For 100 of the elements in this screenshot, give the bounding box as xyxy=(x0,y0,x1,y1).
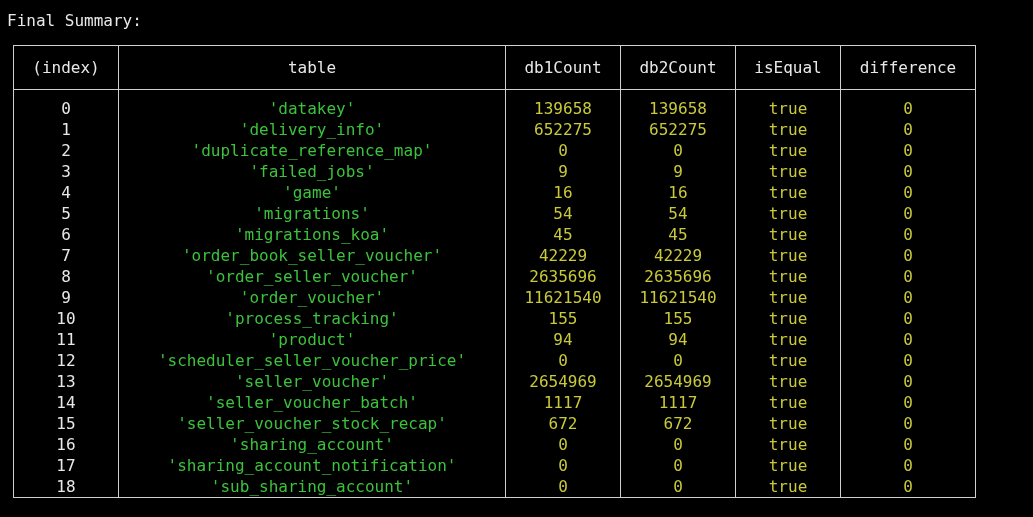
table-cell: 652275 xyxy=(649,119,707,139)
table-cell: 652275 xyxy=(534,119,592,139)
table-cell: true xyxy=(768,161,808,181)
table-cell: true xyxy=(768,182,808,202)
table-cell: 0 xyxy=(903,413,913,433)
table-cell: 0 xyxy=(903,224,913,244)
table-cell: 'sharing_account_notification' xyxy=(167,455,457,475)
table-cell: 3 xyxy=(61,161,71,181)
table-cell: 'order_book_seller_voucher' xyxy=(181,245,443,265)
table-cell: true xyxy=(768,455,808,475)
table-cell: true xyxy=(768,329,808,349)
table-cell: 0 xyxy=(903,203,913,223)
table-cell: true xyxy=(768,203,808,223)
table-cell: 0 xyxy=(903,392,913,412)
table-cell: 155 xyxy=(548,308,578,328)
table-cell: 1117 xyxy=(658,392,698,412)
column-header: isEqual xyxy=(735,45,841,90)
table-cell: 45 xyxy=(553,224,573,244)
table-cell: 0 xyxy=(903,266,913,286)
table-cell: true xyxy=(768,434,808,454)
table-cell: 'seller_voucher_batch' xyxy=(206,392,418,412)
table-cell: 672 xyxy=(548,413,578,433)
table-cell: 0 xyxy=(903,245,913,265)
table-cell: 8 xyxy=(61,266,71,286)
table-cell: 9 xyxy=(61,287,71,307)
table-cell: 'sharing_account' xyxy=(230,434,394,454)
table-cell: 155 xyxy=(663,308,693,328)
table-cell: 'sub_sharing_account' xyxy=(210,476,414,496)
table-cell: 0 xyxy=(673,434,683,454)
table-cell: true xyxy=(768,476,808,496)
table-cell: 0 xyxy=(903,140,913,160)
table-cell: 139658 xyxy=(534,98,592,118)
table-cell: 9 xyxy=(558,161,568,181)
table-cell: 0 xyxy=(673,455,683,475)
table-cell: true xyxy=(768,392,808,412)
table-cell: 13 xyxy=(56,371,76,391)
table-cell: 16 xyxy=(553,182,573,202)
table-cell: 672 xyxy=(663,413,693,433)
table-cell: 0 xyxy=(903,308,913,328)
table-cell: 45 xyxy=(668,224,688,244)
table-cell: true xyxy=(768,413,808,433)
table-cell: 94 xyxy=(668,329,688,349)
table-cell: 'duplicate_reference_map' xyxy=(191,140,433,160)
table-cell: 'migrations_koa' xyxy=(234,224,390,244)
table-cell: 'process_tracking' xyxy=(225,308,399,328)
table-cell: 42229 xyxy=(538,245,588,265)
table-cell: 17 xyxy=(56,455,76,475)
table-cell: 'seller_voucher' xyxy=(234,371,390,391)
column-header: db2Count xyxy=(620,45,736,90)
table-cell: 7 xyxy=(61,245,71,265)
table-cell: 54 xyxy=(553,203,573,223)
table-cell: true xyxy=(768,308,808,328)
table-cell: 139658 xyxy=(649,98,707,118)
table-cell: 0 xyxy=(903,119,913,139)
column-header: db1Count xyxy=(505,45,621,90)
table-cell: true xyxy=(768,140,808,160)
table-cell: 0 xyxy=(903,329,913,349)
table-cell: 4 xyxy=(61,182,71,202)
table-cell: 'product' xyxy=(268,329,356,349)
table-cell: 'scheduler_seller_voucher_price' xyxy=(157,350,467,370)
table-cell: 0 xyxy=(903,371,913,391)
table-cell: 'seller_voucher_stock_recap' xyxy=(177,413,447,433)
table-cell: 0 xyxy=(558,434,568,454)
table-cell: 'delivery_info' xyxy=(239,119,385,139)
table-cell: 0 xyxy=(903,287,913,307)
table-cell: 0 xyxy=(673,140,683,160)
table-cell: 16 xyxy=(668,182,688,202)
table-cell: 0 xyxy=(673,350,683,370)
table-cell: 'order_voucher' xyxy=(239,287,385,307)
table-cell: 15 xyxy=(56,413,76,433)
table-cell: 10 xyxy=(56,308,76,328)
table-cell: 'order_seller_voucher' xyxy=(206,266,418,286)
table-cell: 18 xyxy=(56,476,76,496)
table-cell: 0 xyxy=(61,98,71,118)
table-cell: 0 xyxy=(558,350,568,370)
table-cell: 1117 xyxy=(543,392,583,412)
table-cell: 2 xyxy=(61,140,71,160)
table-cell: 54 xyxy=(668,203,688,223)
table-cell: 0 xyxy=(558,140,568,160)
table-cell: 9 xyxy=(673,161,683,181)
table-cell: 94 xyxy=(553,329,573,349)
table-cell: 1 xyxy=(61,119,71,139)
table-cell: 2635696 xyxy=(529,266,597,286)
table-cell: 'failed_jobs' xyxy=(249,161,375,181)
table-cell: 0 xyxy=(903,434,913,454)
table-cell: true xyxy=(768,266,808,286)
summary-heading: Final Summary: xyxy=(7,10,142,32)
table-cell: 0 xyxy=(903,98,913,118)
table-cell: 0 xyxy=(673,476,683,496)
table-cell: 42229 xyxy=(653,245,703,265)
column-header: (index) xyxy=(13,45,119,90)
table-cell: 'game' xyxy=(283,182,341,202)
table-cell: 6 xyxy=(61,224,71,244)
table-cell: true xyxy=(768,371,808,391)
table-cell: true xyxy=(768,287,808,307)
table-cell: 16 xyxy=(56,434,76,454)
table-cell: true xyxy=(768,245,808,265)
column-header: difference xyxy=(840,45,976,90)
table-cell: true xyxy=(768,119,808,139)
table-cell: 0 xyxy=(903,161,913,181)
